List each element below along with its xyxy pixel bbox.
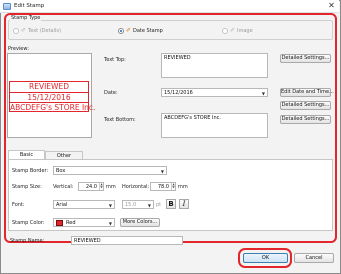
date-select[interactable]: 15/12/2016 ▼	[161, 88, 268, 97]
font-select-value: Arial	[56, 202, 68, 208]
font-label: Font:	[12, 202, 25, 208]
close-icon[interactable]: ✕	[326, 1, 337, 11]
text-bottom-input[interactable]: ABCDEFG's STORE Inc.	[161, 113, 268, 138]
chevron-down-icon: ▼	[108, 203, 112, 208]
stamp-size-label: Stamp Size:	[12, 184, 42, 190]
edit-date-time-button[interactable]: Edit Date and Time...	[280, 88, 334, 97]
window-title: Edit Stamp	[14, 3, 45, 9]
chevron-down-icon: ▼	[160, 169, 164, 174]
stamp-name-input[interactable]: REVIEWED	[71, 236, 183, 245]
preview-label: Preview:	[8, 46, 29, 52]
font-size-unit: pt	[156, 202, 162, 208]
radio-date-stamp-label: Date Stamp	[133, 28, 163, 34]
text-top-detailed-settings-button[interactable]: Detailed Settings...	[280, 54, 331, 63]
spin-arrows-icon[interactable]: ▲ ▼	[99, 183, 103, 190]
font-select[interactable]: Arial ▼	[53, 200, 115, 209]
ok-button[interactable]: OK	[243, 253, 288, 263]
cancel-button[interactable]: Cancel	[294, 253, 334, 263]
font-size-select[interactable]: 15.0 ▼	[122, 200, 154, 209]
text-top-label: Text Top:	[104, 57, 126, 63]
radio-text-details[interactable]	[13, 28, 19, 34]
stamp-color-select[interactable]: Red ▼	[53, 218, 115, 227]
radio-text-details-label: Text (Details)	[28, 28, 61, 34]
stamp-preview-line-2: 15/12/2016	[10, 92, 88, 102]
horizontal-size-value: 78.0	[157, 184, 169, 190]
title-bar	[0, 0, 339, 13]
stamp-border-select[interactable]: Box ▼	[53, 166, 167, 175]
horizontal-label: Horizontal:	[122, 184, 150, 190]
text-bottom-label: Text Bottom:	[104, 117, 136, 123]
vertical-unit: mm	[106, 184, 116, 190]
app-icon	[3, 3, 11, 10]
image-icon: ✐	[230, 27, 236, 34]
stamp-preview: REVIEWED 15/12/2016 ABCDEFG's STORE Inc.	[9, 81, 96, 112]
more-colors-button[interactable]: More Colors...	[120, 218, 160, 227]
stamp-preview-line-3: ABCDEFG's STORE Inc.	[10, 102, 96, 112]
stamp-color-value: Red	[66, 220, 76, 226]
date-detailed-settings-button[interactable]: Detailed Settings...	[280, 101, 331, 110]
date-label: Date:	[104, 90, 118, 96]
radio-image-label: Image	[237, 28, 253, 34]
text-bottom-detailed-settings-button[interactable]: Detailed Settings...	[280, 115, 331, 124]
chevron-down-icon: ▼	[108, 221, 112, 226]
italic-button[interactable]: I	[179, 199, 189, 209]
stamp-preview-line-1: REVIEWED	[29, 82, 69, 91]
vertical-label: Vertical:	[53, 184, 74, 190]
spin-arrows-icon[interactable]: ▲ ▼	[171, 183, 175, 190]
stamp-border-label: Stamp Border:	[12, 168, 49, 174]
text-top-input[interactable]: REVIEWED	[161, 53, 268, 78]
vertical-size-value: 24.0	[85, 184, 97, 190]
stamp-type-legend: Stamp Type	[10, 15, 42, 21]
text-details-icon: ✐	[21, 27, 27, 34]
font-size-value: 15.0	[125, 202, 137, 208]
stamp-border-value: Box	[56, 168, 66, 174]
chevron-down-icon: ▼	[147, 203, 151, 208]
date-stamp-icon: ✐	[126, 27, 132, 34]
chevron-down-icon: ▼	[261, 91, 265, 96]
radio-date-stamp[interactable]	[118, 28, 124, 34]
radio-image[interactable]	[222, 28, 228, 34]
vertical-size-stepper[interactable]: 24.0 ▲ ▼	[78, 182, 104, 191]
bold-button[interactable]: B	[166, 199, 176, 209]
horizontal-unit: mm	[178, 184, 188, 190]
stamp-name-label: Stamp Name:	[10, 238, 45, 244]
horizontal-size-stepper[interactable]: 78.0 ▲ ▼	[150, 182, 176, 191]
stamp-color-label: Stamp Color:	[12, 220, 45, 226]
date-select-value: 15/12/2016	[164, 90, 193, 96]
color-swatch	[56, 220, 63, 226]
